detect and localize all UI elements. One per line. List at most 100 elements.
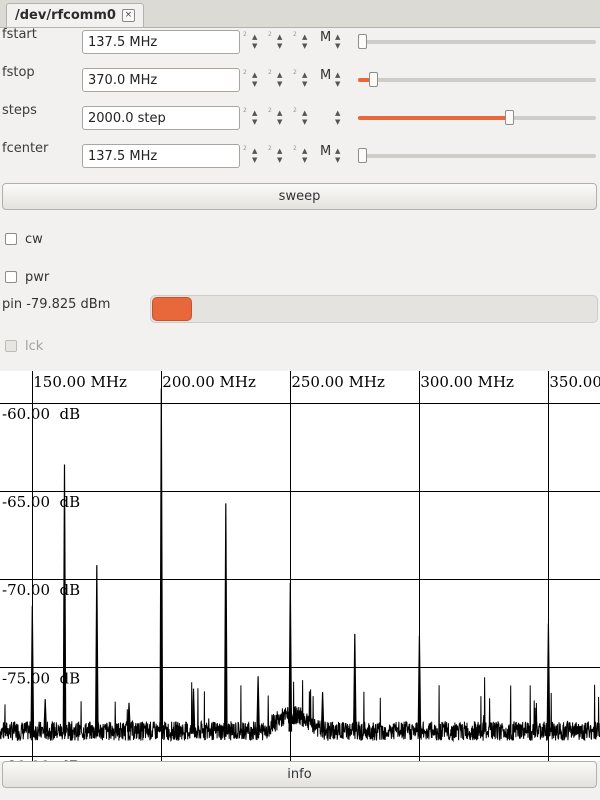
fcenter-slider[interactable] [358, 148, 596, 163]
unit-spinner[interactable]: ▲ ▼ [326, 106, 348, 130]
slider-handle[interactable] [358, 148, 367, 163]
noise-trace [0, 677, 600, 743]
pin-level-fill [152, 297, 192, 321]
digit-count: 2 [268, 69, 272, 76]
digit-spinner[interactable]: 2 ▲ ▼ [268, 144, 290, 168]
arrow-up-icon[interactable]: ▲ [335, 148, 340, 155]
arrow-up-icon[interactable]: ▲ [335, 72, 340, 79]
fcenter-input[interactable]: 137.5 MHz [82, 144, 240, 168]
unit-spinner[interactable]: ▲ ▼ [326, 30, 348, 54]
spectrum-peak [352, 633, 357, 732]
x-tick-label: 300.00 MHz [420, 373, 514, 391]
arrow-down-icon[interactable]: ▼ [302, 43, 307, 50]
spectrum-peak [288, 582, 293, 732]
spectrum-peak [30, 605, 35, 732]
digit-count: 2 [268, 145, 272, 152]
digit-count: 2 [293, 69, 297, 76]
arrow-up-icon[interactable]: ▲ [252, 34, 257, 41]
spectrum-plot: 150.00 MHz 200.00 MHz 250.00 MHz 300.00 MHz… [0, 371, 600, 761]
slider-handle[interactable] [505, 110, 514, 125]
arrow-up-icon[interactable]: ▲ [302, 34, 307, 41]
arrow-down-icon[interactable]: ▼ [302, 81, 307, 88]
tab-rfcomm0[interactable]: /dev/rfcomm0 × [6, 3, 144, 27]
arrow-down-icon[interactable]: ▼ [277, 43, 282, 50]
arrow-down-icon[interactable]: ▼ [302, 119, 307, 126]
digit-spinner[interactable]: 2 ▲ ▼ [268, 68, 290, 92]
fstart-input[interactable]: 137.5 MHz [82, 30, 240, 54]
lck-checkbox [5, 340, 17, 352]
cw-check-row[interactable]: cw [5, 230, 43, 248]
arrow-up-icon[interactable]: ▲ [302, 110, 307, 117]
digit-spinner[interactable]: 2 ▲ ▼ [243, 144, 265, 168]
fstop-input[interactable]: 370.0 MHz [82, 68, 240, 92]
arrow-up-icon[interactable]: ▲ [277, 110, 282, 117]
digit-count: 2 [268, 107, 272, 114]
digit-spinner[interactable]: 2 ▲ ▼ [293, 30, 315, 54]
arrow-up-icon[interactable]: ▲ [335, 34, 340, 41]
arrow-down-icon[interactable]: ▼ [252, 81, 257, 88]
digit-spinner[interactable]: 2 ▲ ▼ [243, 68, 265, 92]
arrow-up-icon[interactable]: ▲ [277, 72, 282, 79]
lck-check-row: lck [5, 337, 43, 355]
arrow-down-icon[interactable]: ▼ [252, 43, 257, 50]
arrow-up-icon[interactable]: ▲ [277, 34, 282, 41]
tab-title: /dev/rfcomm0 [15, 8, 116, 23]
arrow-up-icon[interactable]: ▲ [302, 72, 307, 79]
digit-spinner[interactable]: 2 ▲ ▼ [243, 106, 265, 130]
close-icon[interactable]: × [121, 9, 135, 22]
fstart-slider[interactable] [358, 34, 596, 49]
spectrum-peak [43, 699, 48, 732]
y-tick-label: -60.00 dB [2, 405, 80, 423]
arrow-down-icon[interactable]: ▼ [302, 157, 307, 164]
spectrum-peak [256, 676, 260, 732]
pwr-check-row[interactable]: pwr [5, 268, 49, 286]
digit-spinner[interactable]: 2 ▲ ▼ [268, 30, 290, 54]
digit-spinner[interactable]: 2 ▲ ▼ [293, 144, 315, 168]
digit-spinner[interactable]: 2 ▲ ▼ [268, 106, 290, 130]
arrow-up-icon[interactable]: ▲ [335, 110, 340, 117]
param-row-fstart: fstart 137.5 MHz 2 ▲ ▼ 2 ▲ ▼ 2 ▲ ▼ M ▲ ▼ [0, 27, 600, 58]
y-tick-label: -70.00 dB [2, 581, 80, 599]
digit-count: 2 [243, 107, 247, 114]
arrow-down-icon[interactable]: ▼ [277, 157, 282, 164]
spectrum-peak [94, 565, 99, 732]
fstop-slider[interactable] [358, 72, 596, 87]
spectrum-peak [417, 635, 422, 732]
x-tick-label: 150.00 MHz [33, 373, 127, 391]
arrow-down-icon[interactable]: ▼ [277, 81, 282, 88]
arrow-down-icon[interactable]: ▼ [335, 119, 340, 126]
digit-spinner[interactable]: 2 ▲ ▼ [293, 68, 315, 92]
steps-slider[interactable] [358, 110, 596, 125]
arrow-up-icon[interactable]: ▲ [252, 148, 257, 155]
arrow-down-icon[interactable]: ▼ [252, 119, 257, 126]
pwr-checkbox[interactable] [5, 271, 17, 283]
arrow-down-icon[interactable]: ▼ [252, 157, 257, 164]
digit-spinner[interactable]: 2 ▲ ▼ [243, 30, 265, 54]
unit-spinner[interactable]: ▲ ▼ [326, 144, 348, 168]
steps-input[interactable]: 2000.0 step [82, 106, 240, 130]
digit-count: 2 [293, 31, 297, 38]
lck-label: lck [25, 338, 44, 354]
arrow-down-icon[interactable]: ▼ [335, 157, 340, 164]
param-label: fstart [2, 27, 37, 42]
digit-spinner[interactable]: 2 ▲ ▼ [293, 106, 315, 130]
arrow-up-icon[interactable]: ▲ [302, 148, 307, 155]
cw-checkbox[interactable] [5, 233, 17, 245]
slider-handle[interactable] [369, 72, 378, 87]
digit-count: 2 [243, 69, 247, 76]
arrow-up-icon[interactable]: ▲ [252, 110, 257, 117]
sweep-button[interactable]: sweep [2, 183, 597, 210]
arrow-up-icon[interactable]: ▲ [277, 148, 282, 155]
digit-count: 2 [243, 31, 247, 38]
arrow-down-icon[interactable]: ▼ [335, 81, 340, 88]
arrow-up-icon[interactable]: ▲ [252, 72, 257, 79]
spectrum-peak [320, 692, 325, 732]
arrow-down-icon[interactable]: ▼ [277, 119, 282, 126]
unit-spinner[interactable]: ▲ ▼ [326, 68, 348, 92]
arrow-down-icon[interactable]: ▼ [335, 43, 340, 50]
y-tick-label: -65.00 dB [2, 493, 80, 511]
slider-handle[interactable] [358, 34, 367, 49]
spectrum-chart: 150.00 MHz 200.00 MHz 250.00 MHz 300.00 MHz… [0, 371, 600, 761]
pin-level-bar [150, 295, 598, 323]
info-button[interactable]: info [2, 761, 597, 788]
